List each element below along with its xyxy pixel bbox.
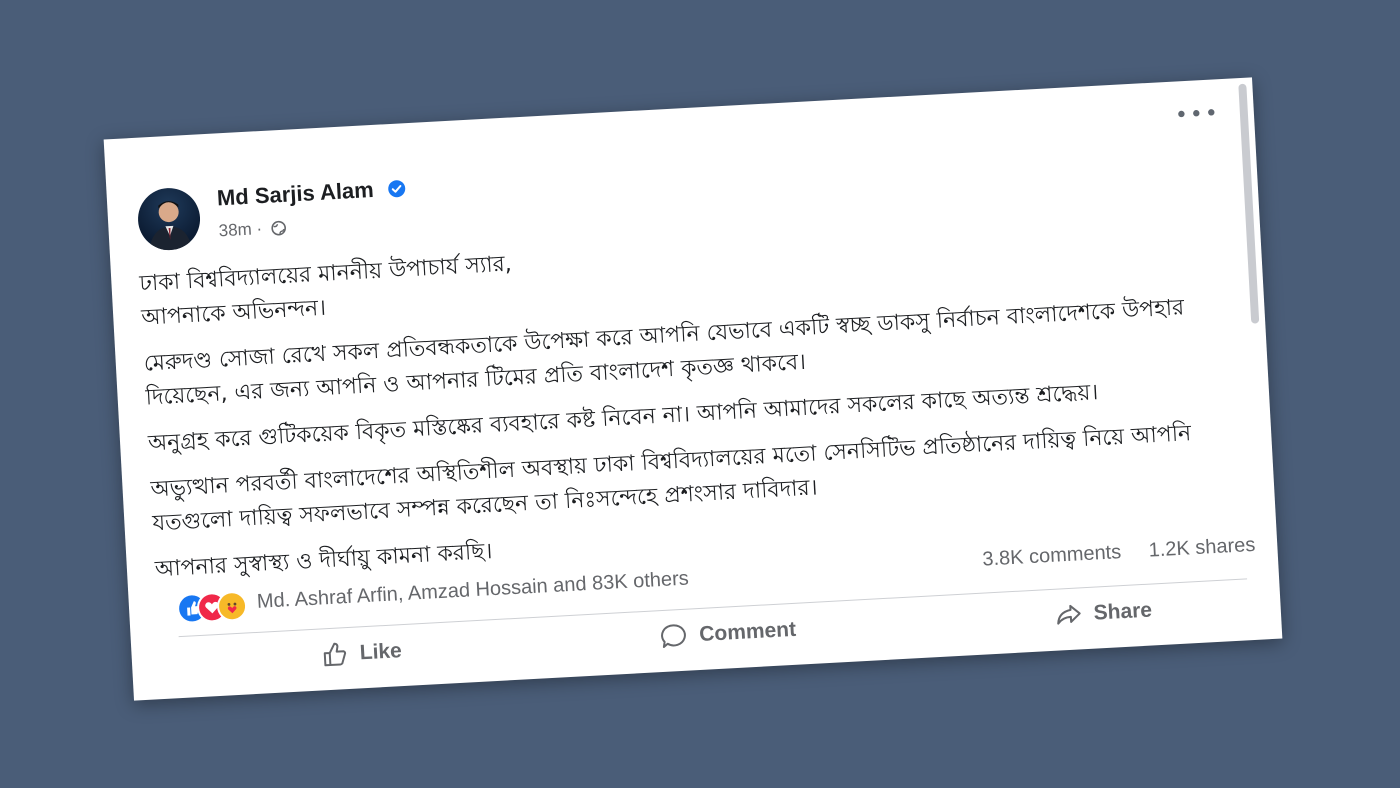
care-reaction-icon (216, 590, 248, 623)
facebook-post-card: ••• Md Sarjis Alam 38m · ঢাকা বিশ্ববিদ্য… (103, 77, 1283, 701)
verified-badge-icon (388, 180, 406, 198)
post-body: ঢাকা বিশ্ববিদ্যালয়ের মাননীয় উপাচার্য স… (139, 209, 1245, 599)
author-name-text[interactable]: Md Sarjis Alam (216, 177, 374, 210)
post-time[interactable]: 38m (218, 220, 252, 241)
comment-button[interactable]: Comment (659, 615, 797, 652)
like-label: Like (359, 639, 403, 665)
author-name[interactable]: Md Sarjis Alam (216, 175, 406, 211)
share-arrow-icon (1057, 604, 1081, 625)
post-line-greeting: ঢাকা বিশ্ববিদ্যালয়ের মাননীয় উপাচার্য স… (138, 251, 513, 297)
thumbs-up-icon (323, 642, 347, 667)
share-button[interactable]: Share (1053, 596, 1153, 631)
scrollbar[interactable] (1238, 83, 1260, 324)
post-line-congrats: আপনাকে অভিনন্দন। (140, 295, 327, 331)
comment-bubble-icon (661, 624, 686, 648)
meta-separator: · (256, 219, 263, 239)
reaction-summary[interactable] (176, 590, 248, 625)
share-label: Share (1093, 598, 1153, 625)
globe-icon[interactable] (270, 220, 287, 237)
like-button[interactable]: Like (319, 636, 403, 670)
comment-label: Comment (698, 617, 797, 647)
author-avatar[interactable] (136, 186, 202, 252)
avatar-image (149, 201, 192, 252)
more-options-icon[interactable]: ••• (1174, 101, 1220, 128)
post-meta: 38m · (218, 218, 287, 242)
shares-count[interactable]: 1.2K shares (1148, 534, 1256, 562)
